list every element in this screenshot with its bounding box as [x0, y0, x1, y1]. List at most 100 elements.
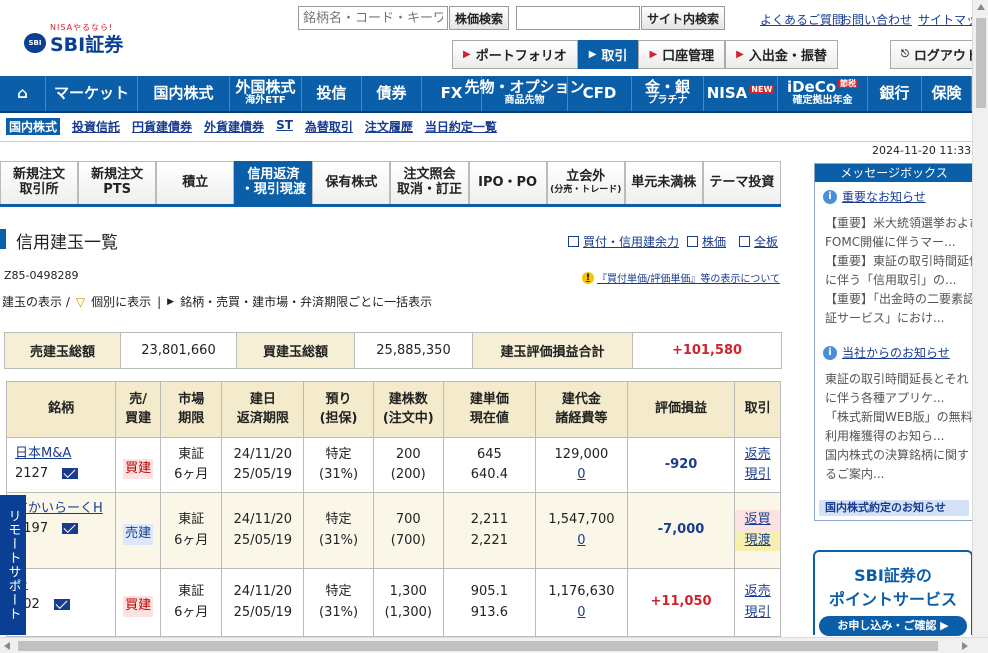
scroll-thumb[interactable] [18, 641, 938, 651]
execution-notice-bar[interactable]: 国内株式約定のお知らせ [819, 500, 969, 516]
vertical-scrollbar[interactable] [972, 0, 988, 637]
subnav-item-2[interactable]: 円貨建債券 [132, 118, 192, 135]
company-notices-label: 当社からのお知らせ [842, 346, 950, 360]
buying-power-link[interactable]: 買付・信用建余力 [568, 233, 679, 250]
gnav-item-9[interactable]: 金・銀 プラチナ [632, 76, 704, 111]
company-notice-item[interactable]: 利用権獲得のお知ら... [825, 427, 973, 446]
tab-9[interactable]: テーマ投資 [702, 161, 781, 204]
company-notice-item[interactable]: 「株式新聞WEB版」の無料ご [825, 408, 973, 427]
remote-support-tab[interactable]: リモートサポート [0, 495, 26, 635]
fees-link[interactable]: 0 [536, 531, 627, 551]
delivery-link[interactable]: 現引 [735, 465, 780, 485]
faq-link[interactable]: よくあるご質問 [760, 11, 844, 28]
important-notice-item[interactable]: 証サービス」におけ... [825, 309, 973, 328]
tab-3[interactable]: 信用返済 ・現引現渡 [234, 161, 313, 204]
display-individual-option[interactable]: 個別に表示 [91, 293, 151, 310]
deposit-withdraw-button[interactable]: ▶ 入出金・振替 [725, 40, 838, 69]
info-icon: i [823, 189, 837, 204]
price-cell-1: 905.1 [470, 584, 508, 600]
gnav-item-7[interactable]: 先物・オプション 商品先物 [465, 76, 585, 111]
gnav-item-3[interactable]: 外国株式 海外ETF [230, 76, 302, 111]
close-position-link[interactable]: 返売 [735, 445, 780, 465]
subnav-item-7[interactable]: 当日約定一覧 [425, 118, 497, 135]
stock-search-input[interactable] [298, 6, 448, 30]
delivery-link[interactable]: 現渡 [735, 530, 780, 551]
important-notice-item[interactable]: に伴う「信用取引」の... [825, 271, 973, 290]
company-notice-item[interactable]: るご案内... [825, 465, 973, 484]
company-notice-item[interactable]: 国内株式の決算銘柄に関す [825, 446, 973, 465]
important-notices-header[interactable]: i 重要なお知らせ [823, 188, 926, 205]
scroll-right-icon[interactable] [962, 642, 968, 650]
price-display-notice-link[interactable]: ! 『買付単価/評価単価』等の表示について [582, 270, 780, 285]
company-notices-header[interactable]: i 当社からのお知らせ [823, 344, 950, 361]
subnav-item-0[interactable]: 国内株式 [6, 118, 61, 135]
point-service-banner[interactable]: SBI証券の ポイントサービス お申し込み・ご確認 ▶ [813, 550, 973, 636]
tab-8[interactable]: 単元未満株 [624, 161, 703, 204]
gnav-item-4[interactable]: 投信 [302, 76, 362, 111]
gnav-item-1[interactable]: マーケット [46, 76, 138, 111]
portfolio-button[interactable]: ▶ ポートフォリオ [452, 40, 578, 69]
sbi-logo[interactable]: NISAやるなら! SBI SBI証券 [22, 22, 142, 56]
delivery-link[interactable]: 現引 [735, 603, 780, 623]
subnav-item-3[interactable]: 外貨建債券 [204, 118, 264, 135]
trade-button[interactable]: ▶ 取引 [577, 40, 639, 69]
subnav-item-6[interactable]: 注文履歴 [365, 118, 413, 135]
full-board-link[interactable]: 全板 [739, 233, 778, 250]
contact-link[interactable]: お問い合わせ [840, 11, 912, 28]
tab-0[interactable]: 新規注文 取引所 [0, 161, 79, 204]
tab-4[interactable]: 保有株式 [312, 161, 391, 204]
tab-6[interactable]: IPO・PO [468, 161, 547, 204]
close-position-link[interactable]: 返売 [735, 582, 780, 602]
scroll-up-icon[interactable] [977, 4, 985, 10]
site-search-input[interactable] [516, 6, 640, 30]
fees-link[interactable]: 0 [536, 465, 627, 485]
date-cell: 24/11/20 25/05/19 [221, 568, 305, 637]
mail-icon[interactable] [62, 523, 79, 535]
gnav-item-5[interactable]: 債券 [362, 76, 422, 111]
display-grouped-option[interactable]: 銘柄・売買・建市場・弁済期限ごとに一括表示 [180, 293, 432, 310]
gnav-item-11[interactable]: iDeCo 節税 確定拠出年金 [778, 76, 868, 111]
gnav-item-12[interactable]: 銀行 [868, 76, 922, 111]
company-notice-item[interactable]: に伴う各種アプリケ... [825, 389, 973, 408]
gnav-item-13[interactable]: 保険 [922, 76, 972, 111]
important-notice-item[interactable]: 【重要】東証の取引時間延伸 [825, 252, 973, 271]
horizontal-scrollbar[interactable] [0, 637, 988, 653]
company-notice-item[interactable]: 東証の取引時間延長とそれ [825, 370, 973, 389]
date-cell: 24/11/20 25/05/19 [221, 437, 305, 493]
price-cell: 2,211 2,221 [442, 492, 537, 569]
gnav-item-10[interactable]: NISA NEW [704, 76, 778, 111]
stock-name-link[interactable]: 日本M&A [15, 446, 71, 461]
stock-search-button[interactable]: 株価検索 [449, 6, 509, 30]
table-row: 日本M&A 2127 買建 東証 6ヶ月 24/11/20 25/05/19 特定 (31%) 2… [5, 437, 781, 493]
scroll-thumb[interactable] [976, 18, 986, 108]
qty-cell-2: (1,300) [384, 604, 432, 620]
stock-price-link[interactable]: 株価 [687, 233, 726, 250]
stock-name-link[interactable]: すかいらーくH [15, 501, 103, 516]
qty-cell-1: 1,300 [389, 584, 427, 600]
gnav-item-8[interactable]: CFD [568, 76, 632, 111]
site-search-button[interactable]: サイト内検索 [641, 6, 725, 30]
important-notice-item[interactable]: 【重要】米大統領選挙および [825, 214, 973, 233]
tab-1[interactable]: 新規注文 PTS [78, 161, 157, 204]
column-header: 建代金 諸経費等 [535, 381, 628, 438]
scroll-left-icon[interactable] [4, 642, 10, 650]
mail-icon[interactable] [62, 468, 79, 480]
arrow-right-icon: ▶ [649, 49, 658, 60]
close-position-link[interactable]: 返買 [735, 510, 780, 531]
subnav-item-5[interactable]: 為替取引 [305, 118, 353, 135]
tab-5[interactable]: 注文照会 取消・訂正 [390, 161, 469, 204]
tab-2[interactable]: 積立 [156, 161, 235, 204]
subnav-item-4[interactable]: ST [276, 118, 293, 135]
important-notice-item[interactable]: 【重要】「出金時の二要素認 [825, 290, 973, 309]
gnav-item-0[interactable]: ⌂ [0, 76, 46, 111]
mail-icon[interactable] [53, 599, 70, 611]
tab-7[interactable]: 立会外 (分売・トレード) [546, 161, 625, 204]
account-management-button[interactable]: ▶ 口座管理 [638, 40, 726, 69]
point-apply-button[interactable]: お申し込み・ご確認 ▶ [819, 616, 967, 636]
important-notice-item[interactable]: FOMC開催に伴うマー... [825, 233, 973, 252]
subnav-item-1[interactable]: 投資信託 [72, 118, 120, 135]
display-options-label: 建玉の表示 / [2, 295, 70, 309]
fees-link[interactable]: 0 [536, 603, 627, 623]
date-cell: 24/11/20 25/05/19 [221, 492, 305, 569]
gnav-item-2[interactable]: 国内株式 [138, 76, 230, 111]
